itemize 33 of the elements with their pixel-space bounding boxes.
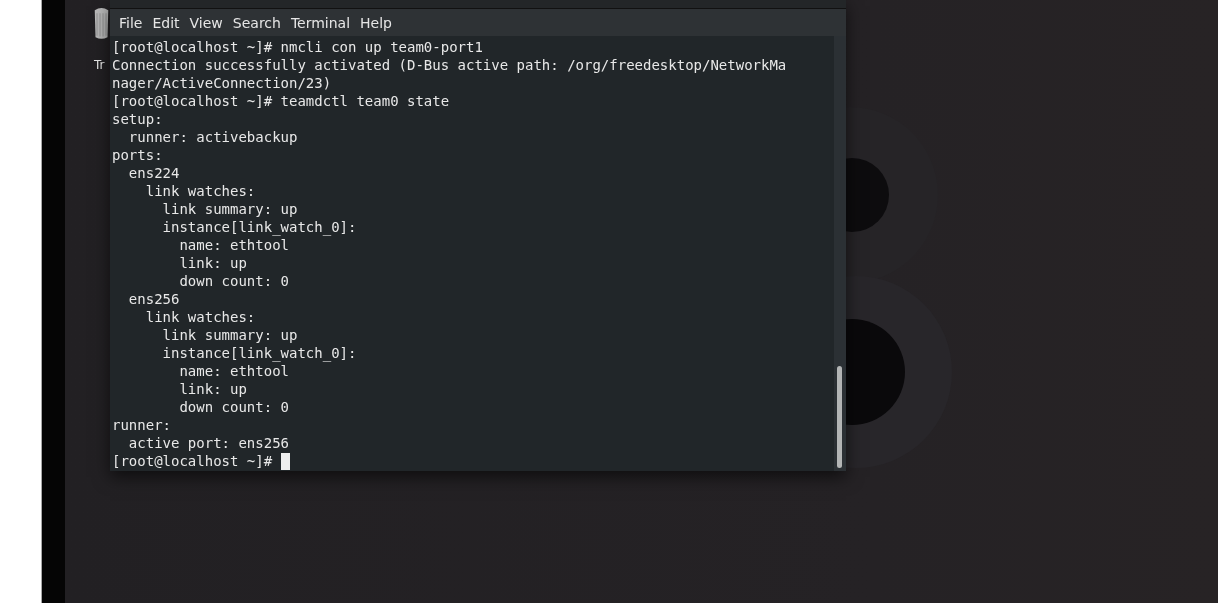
terminal-line: [root@localhost ~]# nmcli con up team0-port1 [112, 38, 483, 56]
terminal-line: down count: 0 [178, 272, 289, 290]
icon-label: Tr [94, 58, 105, 72]
terminal-line: link summary: up [161, 326, 298, 344]
menu-item[interactable]: Edit [147, 14, 185, 31]
menu-item[interactable]: Search [227, 14, 286, 31]
terminal-line: link: up [178, 254, 247, 272]
menu-item[interactable]: Help [355, 14, 397, 31]
terminal-line: [root@localhost ~]# [112, 452, 274, 470]
terminal-line: ens256 [127, 290, 180, 308]
terminal-line: setup: [112, 110, 163, 128]
terminal-line: ports: [112, 146, 163, 164]
terminal-line: nager/ActiveConnection/23) [112, 74, 332, 92]
terminal-line: link watches: [144, 308, 256, 326]
terminal-line: link summary: up [161, 200, 298, 218]
scrollbar-thumb[interactable] [837, 366, 842, 468]
terminal-line: ens224 [127, 164, 180, 182]
terminal-line: instance[link_watch_0]: [161, 218, 357, 236]
terminal-line: down count: 0 [178, 398, 289, 416]
terminal-line: link: up [178, 380, 247, 398]
text-cursor [280, 452, 290, 470]
terminal-line: runner: activebackup [127, 128, 298, 146]
terminal-line: [root@localhost ~]# teamdctl team0 state [112, 92, 450, 110]
terminal-line: instance[link_watch_0]: [161, 344, 357, 362]
terminal-line: link watches: [144, 182, 256, 200]
terminal-line: name: ethtool [178, 362, 289, 380]
terminal-line: active port: ens256 [127, 434, 289, 452]
menu-item[interactable]: View [184, 14, 228, 31]
terminal-line: name: ethtool [178, 236, 289, 254]
terminal-line: runner: [112, 416, 171, 434]
menu-item[interactable]: File [114, 14, 148, 31]
terminal-line: Connection successfully activated (D-Bus active path: /org/freedesktop/NetworkMa [112, 56, 787, 74]
menu-item[interactable]: Terminal [285, 14, 356, 31]
